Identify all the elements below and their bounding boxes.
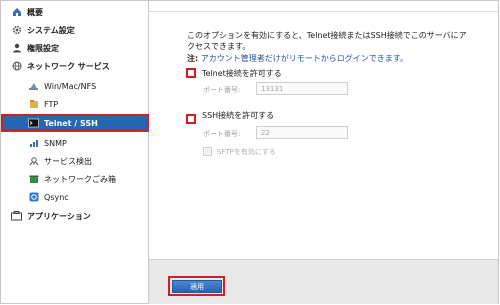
ftp-icon [28,99,39,110]
sidebar-item-network-services[interactable]: ネットワーク サービス [1,57,158,75]
sidebar-item-privilege-settings[interactable]: 権限設定 [1,39,158,57]
sidebar-item-applications[interactable]: アプリケーション [1,207,158,225]
ssh-checkbox[interactable] [186,114,196,124]
sftp-checkbox[interactable] [203,147,212,156]
telnet-label: Telnet接続を許可する [202,69,282,78]
ssh-port-label: ポート番号: [203,130,241,138]
qsync-icon [28,192,39,203]
gear-icon [11,25,22,36]
sidebar-item-label: 概要 [27,7,43,17]
sidebar-item-label: FTP [44,99,59,109]
sidebar-item-label: Win/Mac/NFS [44,81,97,91]
note-text: 注: アカウント管理者だけがリモートからログインできます。 [187,53,408,64]
sidebar-item-label: サービス検出 [44,156,92,166]
telnet-port-label: ポート番号: [203,86,241,94]
sidebar-item-label: SNMP [44,138,67,148]
note-body: アカウント管理者だけがリモートからログインできます。 [200,54,408,63]
sidebar-item-label: Qsync [44,192,69,202]
application-icon [11,211,22,222]
ssh-label: SSH接続を許可する [202,111,275,120]
home-icon [11,7,22,18]
recycle-bin-icon [28,174,39,185]
sidebar-item-label: 権限設定 [27,43,59,53]
sftp-label: SFTPを有効にする [217,148,276,156]
sidebar-item-label: ネットワーク サービス [27,61,110,71]
description-text: このオプションを有効にすると、Telnet接続またはSSH接続でこのサーバにアク… [187,31,467,51]
sidebar-item-overview[interactable]: 概要 [1,3,158,21]
sidebar-item-label: ネットワークごみ箱 [44,174,116,184]
note-prefix: 注: [187,54,199,63]
ssh-port-input[interactable]: 22 [256,126,348,139]
win-mac-icon [28,81,39,92]
sidebar-item-label: システム設定 [27,25,75,35]
network-globe-icon [11,61,22,72]
apply-button-highlight [168,276,225,296]
telnet-checkbox[interactable] [186,68,196,78]
snmp-icon [28,138,39,149]
selected-item-highlight [1,114,149,131]
tab-strip [149,1,498,12]
sidebar-item-label: アプリケーション [27,211,91,221]
sidebar-item-system-settings[interactable]: システム設定 [1,21,158,39]
telnet-port-input[interactable]: 13131 [256,82,348,95]
user-icon [11,43,22,54]
service-discovery-icon [28,156,39,167]
sidebar: 概要 システム設定 権限設定 ネットワーク サービス Win/Mac/NFS F… [1,1,175,303]
